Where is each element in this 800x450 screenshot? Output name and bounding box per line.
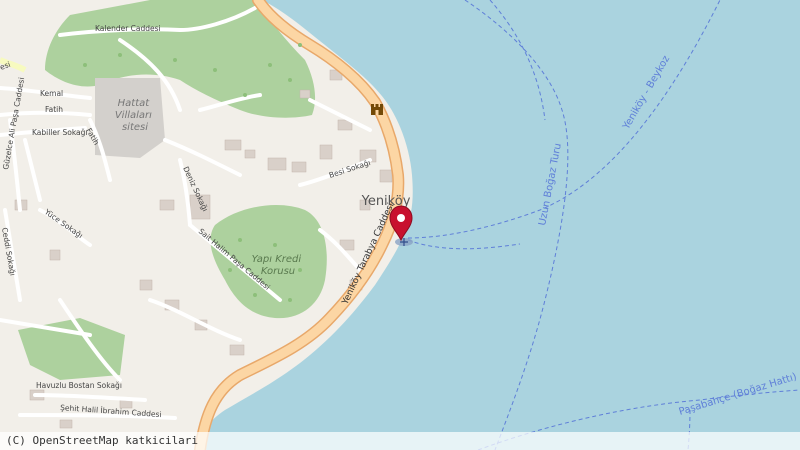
map-view[interactable]: Uzun Boğaz Turu Yeniköy - Beykoz Paşabah… (0, 0, 800, 450)
ferry-pier-icon[interactable] (395, 238, 413, 246)
hattat-line-1: Hattat (118, 98, 151, 109)
hattat-line-3: sitesi (122, 122, 148, 133)
street-label-kemal: Kemal (40, 89, 63, 98)
castle-icon[interactable] (371, 104, 383, 115)
street-label-kalender: Kalender Caddesi (95, 24, 161, 33)
map-canvas[interactable]: Uzun Boğaz Turu Yeniköy - Beykoz Paşabah… (0, 0, 800, 450)
street-label-fatih1: Fatih (45, 105, 63, 114)
hattat-line-2: Villaları (115, 110, 152, 121)
street-label-kabiller: Kabiller Sokağı (32, 128, 87, 137)
yapi-kredi-line-2: Korusu (261, 266, 295, 277)
street-label-havuzlu: Havuzlu Bostan Sokağı (36, 381, 122, 390)
map-attribution: (C) OpenStreetMap katkicilari (0, 432, 800, 450)
yapi-kredi-line-1: Yapı Kredi (252, 254, 302, 265)
